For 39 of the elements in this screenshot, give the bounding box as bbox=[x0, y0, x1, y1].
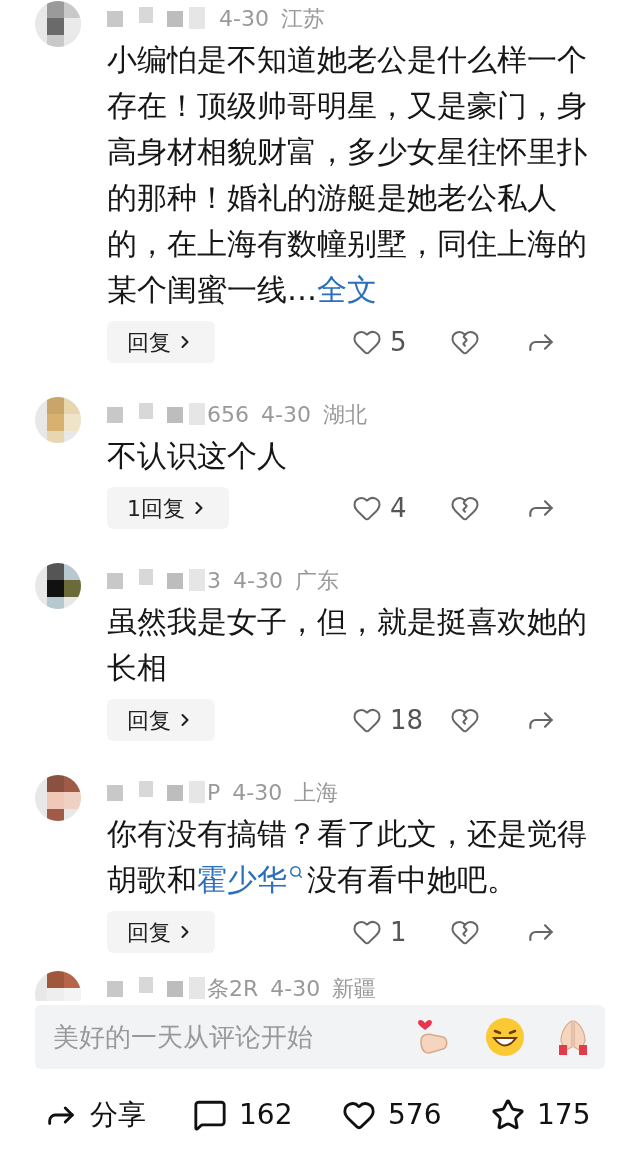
grinning-face-emoji-icon[interactable] bbox=[485, 1017, 525, 1057]
like-count: 5 bbox=[390, 325, 408, 359]
like-count: 4 bbox=[390, 491, 408, 525]
reply-button[interactable]: 回复 bbox=[107, 699, 215, 741]
like-count: 18 bbox=[390, 703, 425, 737]
finger-heart-emoji-icon[interactable] bbox=[415, 1017, 449, 1057]
comment-date: 4-30 bbox=[219, 4, 269, 33]
bar-label: 162 bbox=[239, 1097, 293, 1133]
username-fragment: P bbox=[207, 778, 221, 807]
search-icon[interactable] bbox=[289, 865, 303, 879]
comment-location: 上海 bbox=[294, 778, 339, 807]
reply-button[interactable]: 回复 bbox=[107, 911, 215, 953]
comment-date: 4-30 bbox=[232, 778, 283, 807]
search-link[interactable]: 霍少华 bbox=[197, 857, 307, 903]
like-count: 1 bbox=[390, 915, 408, 949]
comment-location: 湖北 bbox=[322, 400, 367, 429]
avatar[interactable] bbox=[35, 775, 81, 821]
comment-location: 江苏 bbox=[280, 4, 325, 33]
username-fragment: 3 bbox=[207, 566, 221, 595]
comment-text: 虽然我是女子，但，就是挺喜欢她的长相 bbox=[107, 603, 587, 687]
reply-button[interactable]: 1回复 bbox=[107, 487, 229, 529]
bar-label: 分享 bbox=[90, 1097, 146, 1133]
bar-label: 576 bbox=[388, 1097, 442, 1133]
star-icon[interactable] bbox=[491, 1098, 525, 1132]
avatar[interactable] bbox=[35, 563, 81, 609]
comment-date: 4-30 bbox=[261, 400, 311, 429]
comment-text: 你有没有搞错？看了此文，还是觉得胡歌和霍少华 没有看中她吧。 bbox=[107, 811, 587, 903]
comment-location: 广东 bbox=[294, 566, 339, 595]
comment-text: 不认识这个人 bbox=[107, 437, 288, 475]
comment-date: 4-30 bbox=[233, 566, 283, 595]
comment-icon[interactable] bbox=[193, 1098, 227, 1132]
reply-button[interactable]: 回复 bbox=[107, 321, 215, 363]
username-fragment: 656 bbox=[207, 400, 249, 429]
username-fragment: 条2R bbox=[207, 974, 259, 1001]
full-text-link[interactable]: 全文 bbox=[317, 272, 377, 307]
comment-text: 小编怕是不知道她老公是什么样一个存在！顶级帅哥明星，又是豪门，身高身材相貌财富，多少女星往怀里扑的那种！婚礼的游艇是她老公私人的，在上海有数幢别墅，同住上海的某个闺蜜一线…全文 bbox=[107, 41, 587, 309]
comment-location: 新疆 bbox=[332, 974, 377, 1001]
bar-label: 175 bbox=[537, 1097, 591, 1133]
comment-date: 4-30 bbox=[270, 974, 321, 1001]
